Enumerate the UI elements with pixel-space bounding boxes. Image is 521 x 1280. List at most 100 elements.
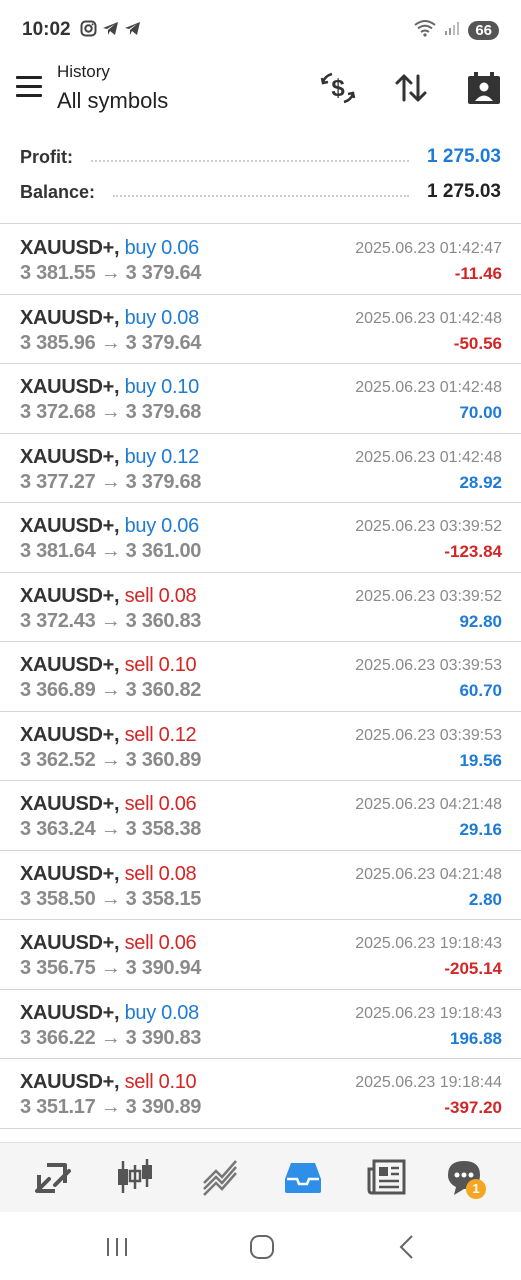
trade-prices: 3 366.22 → 3 390.83 — [20, 1026, 202, 1049]
news-icon[interactable] — [367, 1157, 407, 1197]
trade-symbol: XAUUSD+, — [20, 1071, 120, 1093]
trade-prices: 3 372.68 → 3 379.68 — [20, 401, 202, 423]
trade-symbol: XAUUSD+, — [20, 723, 120, 746]
chat-icon[interactable]: 1 — [444, 1157, 486, 1199]
trade-prices: 3 356.75 → 3 390.94 — [20, 957, 202, 979]
trade-date: 2025.06.23 01:42:48 — [355, 309, 502, 327]
trade-side: sell 0.08 — [124, 862, 197, 885]
wifi-icon — [414, 19, 436, 42]
divider-dots — [91, 160, 410, 162]
bottom-navigation: 1 — [0, 1142, 521, 1212]
trade-row[interactable]: XAUUSD+, buy 0.08 3 385.96 → 3 379.64 20… — [0, 295, 521, 364]
trade-side: buy 0.08 — [124, 306, 200, 329]
trade-icon[interactable] — [33, 1157, 73, 1197]
currency-icon[interactable]: $ — [320, 70, 356, 106]
trade-symbol: XAUUSD+, — [20, 932, 120, 954]
trade-symbol: XAUUSD+, — [20, 376, 120, 398]
trade-row[interactable]: XAUUSD+, sell 0.12 3 362.52 → 3 360.89 2… — [0, 712, 521, 781]
trade-date: 2025.06.23 19:18:44 — [355, 1074, 502, 1091]
chart-icon[interactable] — [115, 1157, 155, 1197]
app-header: History All symbols $ — [0, 58, 521, 120]
trade-date: 2025.06.23 01:42:48 — [355, 379, 502, 396]
balance-label: Balance: — [20, 181, 96, 202]
trade-date: 2025.06.23 19:18:43 — [355, 935, 502, 952]
status-notification-icons — [80, 20, 141, 37]
trade-row[interactable]: XAUUSD+, sell 0.06 3 363.24 → 3 358.38 2… — [0, 781, 521, 851]
trade-profit: 70.00 — [459, 403, 502, 422]
trade-prices: 3 366.89 → 3 360.82 — [20, 679, 202, 701]
trade-side: buy 0.06 — [124, 237, 200, 259]
trends-icon[interactable] — [200, 1157, 240, 1197]
trade-row[interactable]: XAUUSD+, sell 0.10 3 366.89 → 3 360.82 2… — [0, 642, 521, 712]
trade-profit: -50.56 — [453, 333, 502, 353]
trade-row[interactable]: XAUUSD+, buy 0.10 3 372.68 → 3 379.68 20… — [0, 364, 521, 434]
trade-date: 2025.06.23 03:39:53 — [355, 726, 502, 744]
trade-row[interactable]: XAUUSD+, sell 0.08 3 358.50 → 3 358.15 2… — [0, 851, 521, 920]
trade-profit: -11.46 — [454, 264, 502, 283]
sort-icon[interactable] — [393, 70, 429, 106]
trade-symbol: XAUUSD+, — [20, 862, 120, 885]
battery-indicator: 66 — [468, 21, 499, 40]
trade-profit: 2.80 — [468, 889, 502, 909]
trade-symbol: XAUUSD+, — [20, 584, 120, 607]
trade-side: sell 0.10 — [124, 1071, 197, 1093]
account-summary: Profit: 1 275.03 Balance: 1 275.03 — [0, 138, 521, 224]
trade-row[interactable]: XAUUSD+, buy 0.08 3 366.22 → 3 390.83 20… — [0, 990, 521, 1059]
trade-profit: 196.88 — [450, 1028, 502, 1048]
divider-dots — [113, 195, 410, 197]
trade-date: 2025.06.23 03:39:53 — [355, 657, 502, 674]
trade-profit: -205.14 — [444, 959, 502, 978]
trade-date: 2025.06.23 04:21:48 — [355, 796, 502, 813]
trade-row[interactable]: XAUUSD+, sell 0.06 3 356.75 → 3 390.94 2… — [0, 920, 521, 990]
telegram-icon — [102, 20, 119, 37]
trade-profit: -123.84 — [444, 542, 502, 561]
trade-symbol: XAUUSD+, — [20, 793, 120, 815]
trade-row[interactable]: XAUUSD+, buy 0.06 3 381.64 → 3 361.00 20… — [0, 503, 521, 573]
trade-row[interactable]: XAUUSD+, sell 0.10 3 351.17 → 3 390.89 2… — [0, 1059, 521, 1129]
trade-profit: 60.70 — [459, 681, 502, 700]
profit-label: Profit: — [20, 146, 73, 167]
trade-symbol: XAUUSD+, — [20, 237, 120, 259]
menu-icon[interactable] — [16, 76, 42, 98]
trade-date: 2025.06.23 04:21:48 — [355, 865, 502, 883]
trade-prices: 3 362.52 → 3 360.89 — [20, 748, 202, 771]
trade-prices: 3 381.64 → 3 361.00 — [20, 540, 202, 562]
trade-row[interactable]: XAUUSD+, buy 0.06 3 381.55 → 3 379.64 20… — [0, 225, 521, 295]
instagram-icon — [80, 20, 97, 37]
profit-value: 1 275.03 — [427, 146, 501, 167]
trade-side: sell 0.06 — [124, 793, 197, 815]
trade-side: sell 0.06 — [124, 932, 197, 954]
recent-apps-icon[interactable] — [100, 1230, 134, 1264]
svg-text:$: $ — [331, 75, 345, 102]
trade-symbol: XAUUSD+, — [20, 515, 120, 537]
signal-icon — [444, 20, 460, 41]
trade-side: buy 0.12 — [124, 445, 200, 468]
page-title: History — [57, 62, 110, 81]
balance-row: Balance: 1 275.03 — [20, 179, 501, 205]
trade-prices: 3 358.50 → 3 358.15 — [20, 887, 202, 910]
back-icon[interactable] — [390, 1230, 424, 1264]
trade-symbol: XAUUSD+, — [20, 306, 120, 329]
home-icon[interactable] — [245, 1230, 279, 1264]
trade-profit: 28.92 — [459, 472, 502, 492]
trade-date: 2025.06.23 03:39:52 — [355, 587, 502, 605]
symbol-filter-label[interactable]: All symbols — [57, 88, 168, 114]
trade-side: buy 0.08 — [124, 1001, 200, 1024]
trade-profit: 29.16 — [459, 820, 502, 839]
trade-row[interactable]: XAUUSD+, buy 0.12 3 377.27 → 3 379.68 20… — [0, 434, 521, 503]
trade-prices: 3 385.96 → 3 379.64 — [20, 331, 202, 354]
trade-side: sell 0.08 — [124, 584, 197, 607]
balance-value: 1 275.03 — [427, 181, 501, 202]
history-icon[interactable] — [283, 1157, 323, 1197]
trade-prices: 3 377.27 → 3 379.68 — [20, 470, 202, 493]
profit-row: Profit: 1 275.03 — [20, 144, 501, 170]
trade-history-list: XAUUSD+, buy 0.06 3 381.55 → 3 379.64 20… — [0, 225, 521, 1129]
trade-row[interactable]: XAUUSD+, sell 0.08 3 372.43 → 3 360.83 2… — [0, 573, 521, 642]
trade-prices: 3 381.55 → 3 379.64 — [20, 262, 202, 284]
calendar-icon[interactable] — [466, 70, 502, 106]
trade-side: buy 0.06 — [124, 515, 200, 537]
telegram-icon — [124, 20, 141, 37]
trade-symbol: XAUUSD+, — [20, 445, 120, 468]
trade-profit: 19.56 — [459, 750, 502, 770]
trade-side: buy 0.10 — [124, 376, 200, 398]
